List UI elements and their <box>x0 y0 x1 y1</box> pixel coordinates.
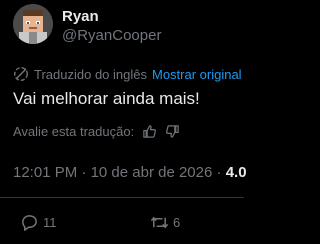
avatar[interactable] <box>13 4 53 44</box>
action-bar: 11 6 <box>0 213 244 235</box>
thumbs-down-icon[interactable] <box>165 124 180 139</box>
retweet-icon <box>150 216 169 229</box>
show-original-link[interactable]: Mostrar original <box>152 67 242 82</box>
translation-notice: Traduzido do inglês Mostrar original <box>13 66 253 82</box>
tweet-meta: 12:01 PM · 10 de abr de 2026 · 4.0 <box>13 164 253 181</box>
divider <box>0 197 244 198</box>
pixel-avatar-icon <box>13 4 53 44</box>
tweet-text: Vai melhorar ainda mais! <box>13 89 200 108</box>
thumbs-up-icon[interactable] <box>142 124 157 139</box>
tweet-date[interactable]: 10 de abr de 2026 <box>91 164 213 181</box>
meta-separator-2: · <box>212 164 226 181</box>
retweet-count: 6 <box>173 215 181 230</box>
reply-icon <box>22 215 37 231</box>
retweet-button[interactable]: 6 <box>150 213 180 232</box>
view-count: 4.0 <box>225 164 247 181</box>
tweet-time[interactable]: 12:01 PM <box>13 164 77 181</box>
rate-translation: Avalie esta tradução: <box>13 124 180 139</box>
translation-label: Traduzido do inglês <box>34 66 147 82</box>
reply-button[interactable]: 11 <box>20 213 57 232</box>
translate-icon <box>13 66 29 82</box>
rate-translation-label: Avalie esta tradução: <box>13 124 135 139</box>
reply-count: 11 <box>43 215 57 230</box>
author-handle[interactable]: @RyanCooper <box>62 27 161 44</box>
meta-separator: · <box>77 164 91 181</box>
author-name[interactable]: Ryan <box>62 8 99 25</box>
